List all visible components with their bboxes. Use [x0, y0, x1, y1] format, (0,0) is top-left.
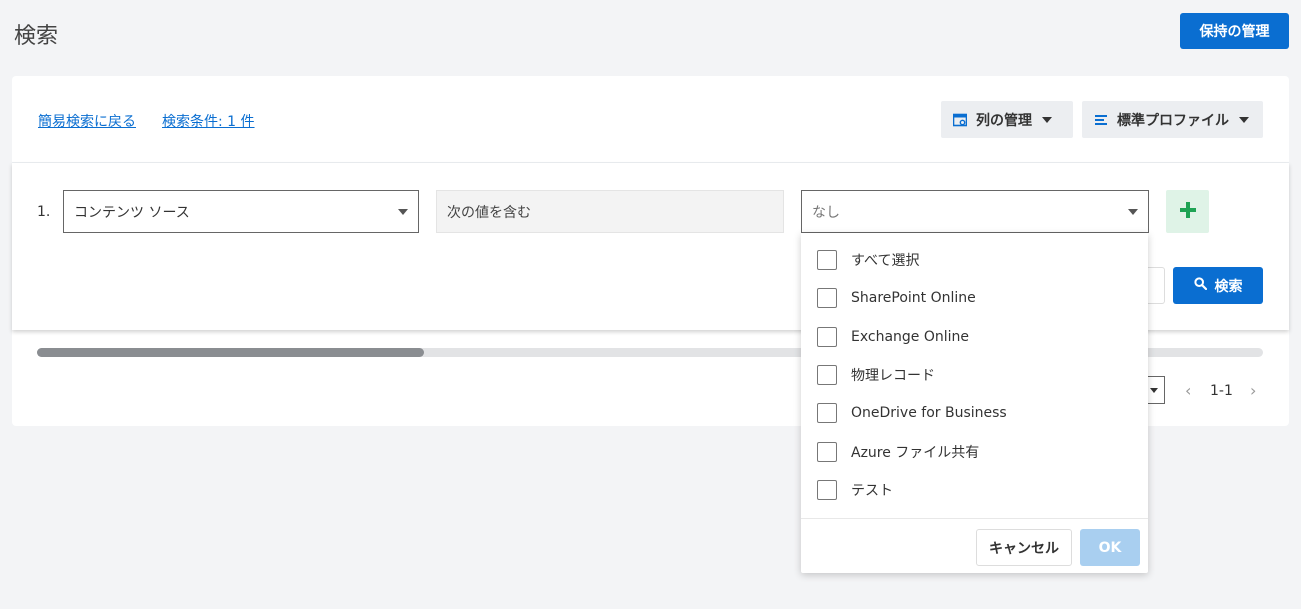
dropdown-option[interactable]: OneDrive for Business	[817, 402, 1007, 424]
dropdown-option-label: SharePoint Online	[851, 290, 976, 307]
dropdown-option-label: Azure ファイル共有	[851, 444, 980, 461]
dropdown-footer: キャンセル OK	[801, 518, 1148, 573]
ok-button[interactable]: OK	[1080, 529, 1140, 566]
profile-label: 標準プロファイル	[1117, 112, 1229, 129]
manage-columns-button[interactable]: 列の管理	[941, 101, 1073, 138]
condition-operator: 次の値を含む	[436, 190, 784, 233]
chevron-down-icon	[1239, 116, 1249, 123]
dropdown-option-label: OneDrive for Business	[851, 405, 1007, 422]
condition-row-number: 1.	[37, 204, 51, 220]
dropdown-option[interactable]: Azure ファイル共有	[817, 441, 979, 463]
manage-retention-button[interactable]: 保持の管理	[1180, 13, 1289, 49]
search-button[interactable]: 検索	[1173, 267, 1263, 304]
chevron-right-icon[interactable]: ›	[1250, 381, 1256, 400]
search-icon	[1193, 277, 1215, 294]
pager-range: 1-1	[1210, 383, 1233, 399]
page-title: 検索	[14, 24, 59, 49]
chevron-down-icon	[1150, 388, 1158, 393]
checkbox[interactable]	[817, 403, 837, 424]
checkbox[interactable]	[817, 479, 837, 500]
search-conditions-link[interactable]: 検索条件: 1 件	[162, 111, 255, 131]
plus-icon	[1179, 201, 1197, 223]
chevron-down-icon	[1128, 209, 1138, 215]
add-condition-button[interactable]	[1166, 190, 1209, 233]
content-source-dropdown: すべて選択 SharePoint Online Exchange Online 物理レ…	[801, 233, 1148, 573]
dropdown-option-label: Exchange Online	[851, 328, 970, 345]
checkbox[interactable]	[817, 288, 837, 309]
checkbox[interactable]	[817, 250, 837, 270]
dropdown-option-label: 物理レコード	[851, 367, 935, 384]
condition-field-select[interactable]: コンテンツ ソース	[63, 190, 419, 233]
scrollbar-thumb[interactable]	[37, 348, 424, 357]
cancel-button[interactable]: キャンセル	[976, 529, 1072, 566]
dropdown-option[interactable]: Exchange Online	[817, 326, 969, 348]
dropdown-option-label: テスト	[851, 482, 893, 499]
chevron-left-icon[interactable]: ‹	[1185, 381, 1191, 400]
dropdown-option-label: すべて選択	[851, 253, 920, 269]
profile-button[interactable]: 標準プロファイル	[1082, 101, 1263, 138]
checkbox[interactable]	[817, 326, 837, 347]
columns-settings-icon	[952, 113, 968, 127]
dropdown-option[interactable]: 物理レコード	[817, 364, 935, 386]
condition-field-value: コンテンツ ソース	[74, 204, 190, 221]
dropdown-option[interactable]: すべて選択	[817, 249, 919, 271]
search-toolbar: 簡易検索に戻る 検索条件: 1 件 列の管理 標準プロファイル	[12, 76, 1289, 163]
checkbox[interactable]	[817, 364, 837, 385]
dropdown-option[interactable]: テスト	[817, 479, 893, 501]
dropdown-option[interactable]: SharePoint Online	[817, 287, 976, 309]
chevron-down-icon	[1042, 116, 1052, 123]
condition-value-select[interactable]: なし	[801, 190, 1149, 233]
condition-operator-value: 次の値を含む	[447, 204, 531, 221]
checkbox[interactable]	[817, 441, 837, 462]
condition-value-placeholder: なし	[812, 204, 840, 221]
back-to-simple-search-link[interactable]: 簡易検索に戻る	[38, 111, 136, 131]
chevron-down-icon	[398, 209, 408, 215]
search-button-label: 検索	[1214, 278, 1243, 295]
list-icon	[1094, 113, 1108, 127]
manage-columns-label: 列の管理	[976, 112, 1032, 129]
